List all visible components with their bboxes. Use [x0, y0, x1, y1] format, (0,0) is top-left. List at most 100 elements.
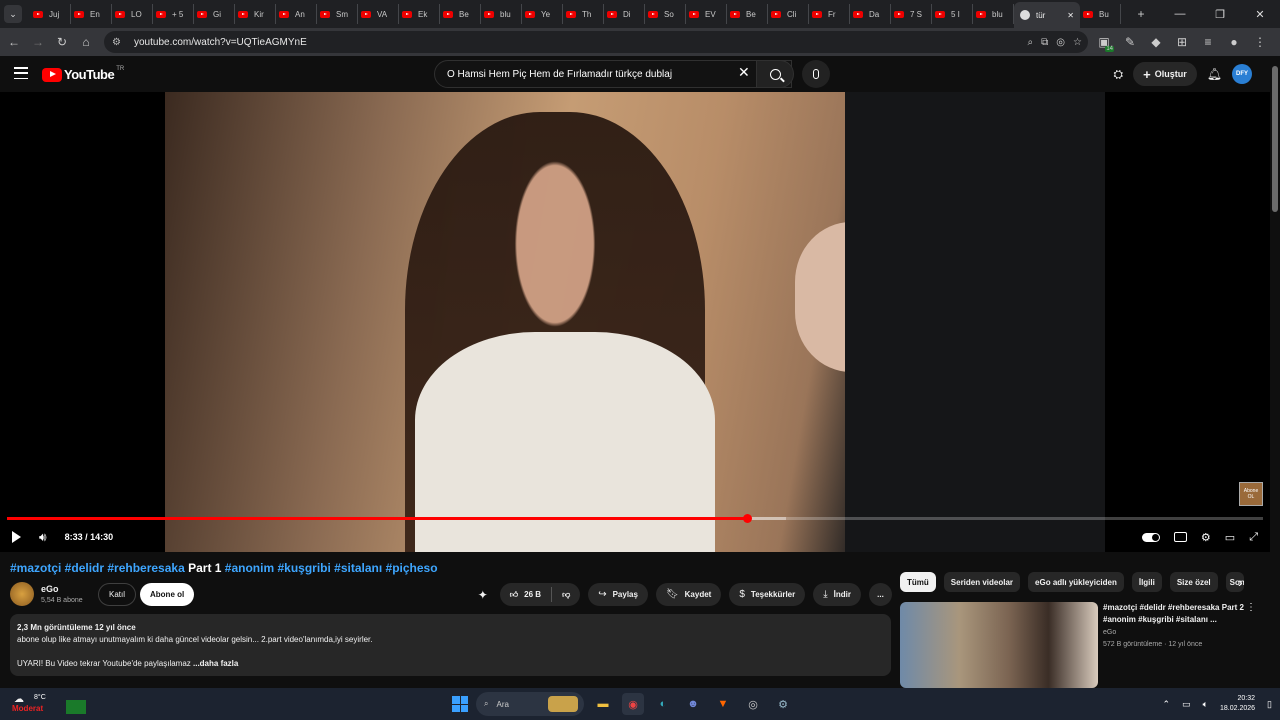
browser-tab[interactable]: Be — [440, 4, 481, 24]
progress-bar[interactable] — [7, 514, 1263, 523]
diamond-extension-icon[interactable]: ◆ — [1146, 30, 1166, 54]
notifications-icon[interactable]: ▯ — [1267, 699, 1272, 710]
reload-button[interactable]: ↻ — [50, 30, 74, 54]
browser-tab[interactable]: tür ✕ — [1014, 2, 1080, 28]
install-app-icon[interactable]: ⧉ — [1041, 37, 1048, 48]
browser-tab[interactable]: + 5 — [153, 4, 194, 24]
chevron-up-icon[interactable]: ⌃ — [1163, 699, 1171, 710]
filter-chip[interactable]: Seriden videolar — [943, 572, 1021, 592]
fullscreen-icon[interactable]: ⤢ — [1249, 531, 1258, 544]
browser-tab[interactable]: Di — [604, 4, 645, 24]
browser-tab[interactable]: Ek — [399, 4, 440, 24]
pen-icon[interactable]: ✎ — [1120, 30, 1140, 54]
tracking-protection-icon[interactable]: ◎ — [1056, 37, 1065, 48]
miniplayer-icon[interactable]: ▭ — [1225, 531, 1235, 544]
show-more-link[interactable]: ...daha fazla — [191, 659, 238, 668]
recommended-thumbnail[interactable] — [900, 602, 1098, 688]
back-button[interactable]: ← — [2, 30, 26, 54]
recommended-video[interactable]: #mazotçi #delidr #rehberesaka Part 2 #an… — [900, 602, 1270, 688]
bookmark-star-icon[interactable]: ☆ — [1073, 37, 1082, 48]
site-info-icon[interactable]: ⚙ — [112, 37, 126, 48]
subscribe-button[interactable]: Abone ol — [140, 583, 195, 606]
close-tab-icon[interactable]: ✕ — [1067, 11, 1074, 20]
tab-search-button[interactable]: ⌄ — [4, 5, 22, 23]
browser-tab[interactable]: Kir — [235, 4, 276, 24]
home-button[interactable]: ⌂ — [74, 30, 98, 54]
speaker-icon[interactable]: 🔈︎ — [1203, 699, 1208, 710]
browser-tab[interactable]: Ye — [522, 4, 563, 24]
more-actions-button[interactable]: ... — [869, 583, 892, 606]
join-button[interactable]: Katıl — [98, 583, 137, 606]
subtitles-icon[interactable] — [1173, 532, 1187, 542]
search-button[interactable] — [756, 60, 794, 88]
clock[interactable]: 20:32 18.02.2026 — [1220, 694, 1255, 714]
clear-search-icon[interactable]: ✕ — [738, 65, 750, 79]
filter-chip[interactable]: Tümü — [900, 572, 936, 592]
chrome-menu-icon[interactable]: ⋮ — [1250, 30, 1270, 54]
cast-icon[interactable]: ⛭ — [1114, 67, 1124, 82]
network-icon[interactable]: ▭ — [1182, 699, 1191, 710]
youtube-logo[interactable]: YouTube TR — [42, 66, 124, 82]
file-explorer-icon[interactable]: ▬ — [592, 693, 614, 715]
browser-tab[interactable]: An — [276, 4, 317, 24]
voice-search-button[interactable] — [802, 60, 830, 88]
profile-avatar-icon[interactable]: ● — [1224, 30, 1244, 54]
download-button[interactable]: ⤓ İndir — [813, 583, 861, 606]
like-button[interactable]: 👍︎ 26 B — [500, 590, 551, 600]
chrome-icon[interactable]: ◉ — [622, 693, 644, 715]
channel-name[interactable]: eGo — [41, 584, 59, 594]
settings-gear-icon[interactable]: ⚙ — [1201, 531, 1211, 544]
scrollbar-thumb[interactable] — [1272, 66, 1278, 212]
menu-icon[interactable] — [14, 67, 28, 79]
new-tab-button[interactable]: + — [1129, 2, 1153, 26]
edge-icon[interactable]: ◐ — [652, 693, 674, 715]
thanks-button[interactable]: $ Teşekkürler — [729, 583, 806, 606]
browser-tab[interactable]: blu — [481, 4, 522, 24]
dislike-button[interactable]: 👎︎ — [552, 590, 580, 600]
scrubber-knob[interactable] — [743, 514, 753, 523]
play-icon[interactable] — [12, 531, 21, 543]
forward-button[interactable]: → — [26, 30, 50, 54]
description-box[interactable]: 2,3 Mn görüntüleme 12 yıl önce abone olu… — [10, 614, 891, 676]
channel-avatar[interactable] — [10, 582, 34, 606]
obs-icon[interactable]: ◎ — [742, 693, 764, 715]
recommended-title[interactable]: #mazotçi #delidr #rehberesaka Part 2 #an… — [1103, 602, 1253, 626]
share-button[interactable]: ↪ Paylaş — [588, 583, 648, 606]
filter-chip[interactable]: Size özel — [1169, 572, 1218, 592]
browser-tab[interactable]: Da — [850, 4, 891, 24]
volume-icon[interactable]: 🔊︎ — [39, 530, 47, 545]
browser-tab[interactable]: Be — [727, 4, 768, 24]
steam-icon[interactable]: ⚙ — [772, 693, 794, 715]
close-window-button[interactable]: ✕ — [1240, 8, 1280, 21]
ai-sparkle-icon[interactable]: ✦ — [478, 588, 488, 602]
more-options-icon[interactable]: ⋮ — [1246, 602, 1256, 613]
browser-tab[interactable]: blu — [973, 4, 1014, 24]
save-button[interactable]: 🔖︎ Kaydet — [655, 583, 722, 606]
address-bar[interactable]: ⚙ youtube.com/watch?v=UQTieAGMYnE ⌕ ⧉ ◎ … — [104, 31, 1088, 53]
browser-tab[interactable]: Gi — [194, 4, 235, 24]
discord-icon[interactable]: ☻ — [682, 693, 704, 715]
puzzle-icon[interactable]: ⊞ — [1172, 30, 1192, 54]
weather-widget[interactable]: ☁ 8°C Moderat — [6, 692, 86, 716]
extension-icon[interactable]: ▣ 14 — [1094, 30, 1114, 54]
taskbar-search[interactable]: ⌕ Ara — [476, 692, 584, 716]
browser-tab[interactable]: Th — [563, 4, 604, 24]
video-player[interactable]: Abone OL 🔊︎ 8:33 / 14:30 ⚙ ▭ ⤢ — [0, 92, 1270, 552]
create-button[interactable]: + Oluştur — [1133, 62, 1197, 86]
zoom-icon[interactable]: ⌕ — [1028, 37, 1034, 48]
tab-list-icon[interactable]: ≡ — [1198, 30, 1218, 54]
brave-icon[interactable]: ▼ — [712, 693, 734, 715]
chevron-right-icon[interactable]: › — [1238, 574, 1243, 590]
browser-tab[interactable]: LO — [112, 4, 153, 24]
browser-tab[interactable]: 5 I — [932, 4, 973, 24]
filter-chip[interactable]: eGo adlı yükleyiciden — [1028, 572, 1124, 592]
browser-tab[interactable]: Sm — [317, 4, 358, 24]
browser-tab[interactable]: En — [71, 4, 112, 24]
browser-tab[interactable]: 7 S — [891, 4, 932, 24]
subscribe-watermark[interactable]: Abone OL — [1239, 482, 1263, 506]
notifications-bell-icon[interactable]: 🔔︎ — [1207, 67, 1222, 81]
browser-tab[interactable]: Bu — [1080, 4, 1121, 24]
browser-tab[interactable]: Fr — [809, 4, 850, 24]
browser-tab[interactable]: So — [645, 4, 686, 24]
title-hashtags-2[interactable]: #anonim #kuşgribi #sitalanı #piçheso — [225, 561, 438, 575]
